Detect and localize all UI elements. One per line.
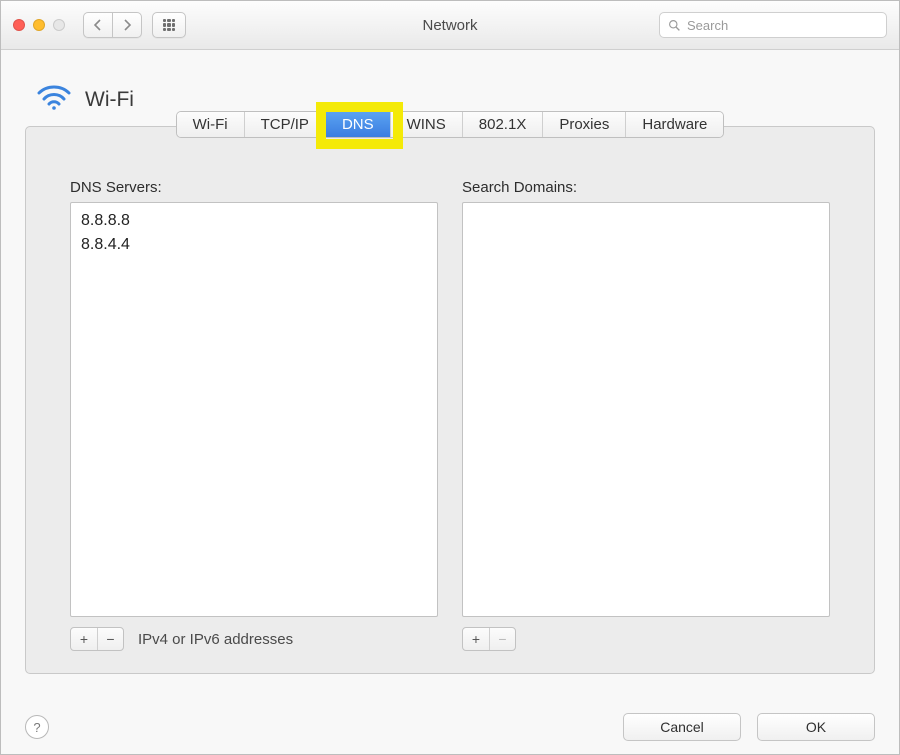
- tab-proxies[interactable]: Proxies: [543, 112, 626, 137]
- grid-icon: [163, 19, 175, 31]
- search-domains-pm: + −: [462, 627, 516, 651]
- settings-panel: Wi-FiTCP/IPDNSWINS802.1XProxiesHardware …: [25, 126, 875, 674]
- tab-wi-fi[interactable]: Wi-Fi: [177, 112, 245, 137]
- search-placeholder: Search: [687, 18, 728, 33]
- dns-pane: DNS Servers: 8.8.8.88.8.4.4 + − IPv4 or …: [26, 145, 874, 673]
- dns-servers-hint: IPv4 or IPv6 addresses: [138, 631, 293, 648]
- search-domains-remove-button[interactable]: −: [489, 628, 515, 650]
- dns-servers-add-button[interactable]: +: [71, 628, 97, 650]
- tab-wins[interactable]: WINS: [391, 112, 463, 137]
- dns-servers-pm: + −: [70, 627, 124, 651]
- help-button[interactable]: ?: [25, 715, 49, 739]
- search-icon: [668, 19, 681, 32]
- search-domains-list[interactable]: [462, 202, 830, 617]
- search-domains-controls: + −: [462, 627, 830, 651]
- forward-button[interactable]: [112, 12, 142, 38]
- titlebar: Network Search: [1, 1, 899, 50]
- window: Network Search Wi-Fi Wi-FiTCP/IPDNSWINS8…: [0, 0, 900, 755]
- search-domains-column: Search Domains: + −: [462, 179, 830, 651]
- chevron-right-icon: [122, 19, 132, 31]
- tab-hardware[interactable]: Hardware: [626, 112, 723, 137]
- search-input[interactable]: Search: [659, 12, 887, 38]
- content: Wi-Fi Wi-FiTCP/IPDNSWINS802.1XProxiesHar…: [1, 50, 899, 755]
- dns-servers-list[interactable]: 8.8.8.88.8.4.4: [70, 202, 438, 617]
- list-item[interactable]: 8.8.4.4: [81, 233, 427, 257]
- dns-servers-remove-button[interactable]: −: [97, 628, 123, 650]
- tab-tcp-ip[interactable]: TCP/IP: [245, 112, 326, 137]
- search-domains-add-button[interactable]: +: [463, 628, 489, 650]
- chevron-left-icon: [93, 19, 103, 31]
- minimize-button[interactable]: [33, 19, 45, 31]
- search-domains-label: Search Domains:: [462, 179, 830, 196]
- zoom-button[interactable]: [53, 19, 65, 31]
- tabs: Wi-FiTCP/IPDNSWINS802.1XProxiesHardware: [176, 111, 725, 138]
- nav-back-forward: [83, 12, 142, 38]
- tab-802-1x[interactable]: 802.1X: [463, 112, 544, 137]
- dialog-buttons: Cancel OK: [623, 713, 875, 741]
- tab-dns[interactable]: DNS: [326, 112, 391, 137]
- close-button[interactable]: [13, 19, 25, 31]
- dns-servers-column: DNS Servers: 8.8.8.88.8.4.4 + − IPv4 or …: [70, 179, 438, 651]
- cancel-button[interactable]: Cancel: [623, 713, 741, 741]
- dns-servers-controls: + − IPv4 or IPv6 addresses: [70, 627, 438, 651]
- tabs-wrap: Wi-FiTCP/IPDNSWINS802.1XProxiesHardware: [26, 111, 874, 138]
- list-item[interactable]: 8.8.8.8: [81, 209, 427, 233]
- window-controls: [13, 19, 65, 31]
- interface-label: Wi-Fi: [85, 88, 134, 112]
- show-all-button[interactable]: [152, 12, 186, 38]
- back-button[interactable]: [83, 12, 112, 38]
- bottom-bar: ? Cancel OK: [25, 713, 875, 741]
- dns-servers-label: DNS Servers:: [70, 179, 438, 196]
- ok-button[interactable]: OK: [757, 713, 875, 741]
